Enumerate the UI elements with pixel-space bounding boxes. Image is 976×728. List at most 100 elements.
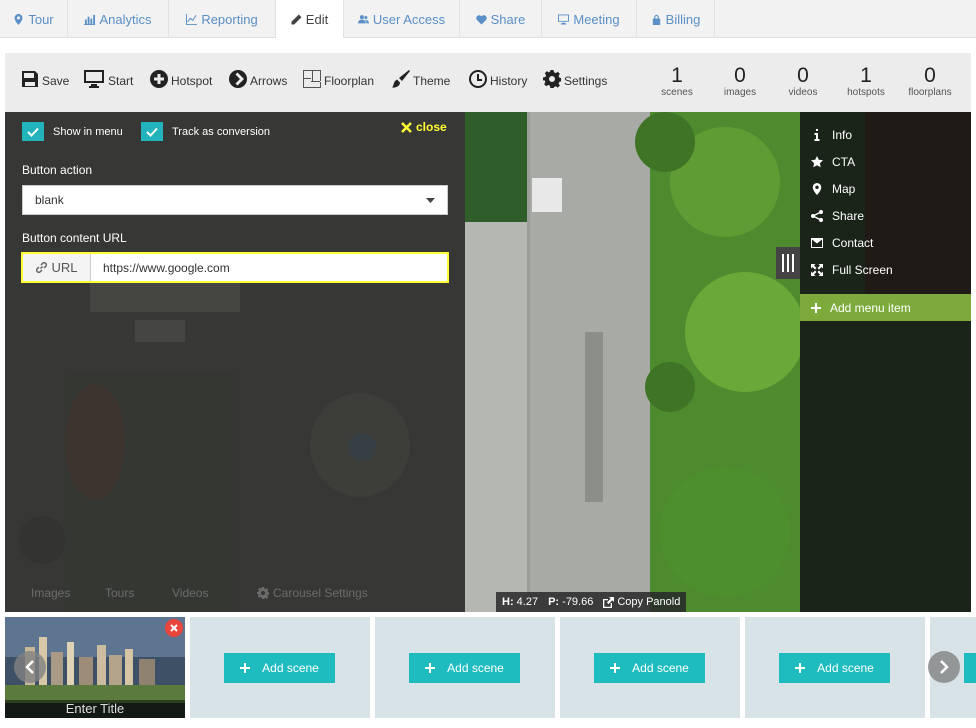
menu-item-cta[interactable]: CTA [811,155,855,169]
star-icon [811,156,823,168]
pitch-label: P: [548,596,560,608]
menu-item-share[interactable]: Share [811,209,864,223]
start-label: Start [108,74,134,88]
empty-scene-slot: Add scene [190,617,370,718]
tab-billing[interactable]: Billing [637,0,715,38]
tab-reporting[interactable]: Reporting [169,0,276,38]
floorplan-icon [303,70,321,88]
button-action-value: blank [35,193,64,207]
stat-value: 1 [860,64,872,87]
url-input-group: URL [21,252,449,283]
tab-label: Meeting [573,11,620,27]
menu-drag-handle[interactable] [776,247,800,279]
menu-item-map[interactable]: Map [811,182,855,196]
tab-user-access[interactable]: User Access [344,0,460,38]
close-icon [170,624,178,632]
add-scene-button[interactable]: Add scene [409,653,520,683]
checkmark-icon [141,122,163,141]
heart-icon [475,14,487,25]
lock-icon [652,14,660,25]
carousel-settings-label: Carousel Settings [273,586,368,600]
menu-item-label: Map [832,182,856,196]
url-input[interactable] [91,254,447,281]
close-label: close [416,120,447,134]
hotspot-button[interactable]: Hotspot [150,70,212,88]
scene-title-input[interactable]: Enter Title [5,700,185,718]
add-scene-label: Add scene [817,661,874,675]
view-coordinates-bar: H: 4.27 P: -79.66 Copy Panold [496,592,687,612]
track-conversion-label: Track as conversion [172,125,271,138]
tab-label: Edit [305,11,329,27]
plus-icon [795,663,806,673]
theme-button[interactable]: Theme [392,70,450,88]
add-scene-button[interactable] [964,653,976,683]
chevron-circle-right-icon [229,70,247,88]
start-button[interactable]: Start [83,70,133,88]
tab-label: Share [490,11,526,27]
close-button[interactable]: close [401,120,447,134]
save-label: Save [42,74,70,88]
tab-edit[interactable]: Edit [276,0,344,38]
clock-icon [469,70,487,88]
tab-label: Billing [665,11,701,27]
info-icon [814,129,820,141]
stat-hotspots: 1 hotspots [836,64,896,99]
tour-side-menu: Info CTA Map Share Contact Full Screen A… [800,112,971,612]
stat-value: 0 [797,64,809,87]
tab-tour[interactable]: Tour [0,0,68,38]
faded-carousel-settings: Carousel Settings [257,586,368,600]
map-marker-icon [14,13,23,25]
pitch-readout: P: -79.66 [548,596,593,608]
copy-panold-button[interactable]: Copy Panold [603,596,680,608]
pencil-icon [291,13,302,25]
plus-icon [425,663,436,673]
tab-meeting[interactable]: Meeting [542,0,637,38]
add-scene-button[interactable]: Add scene [224,653,335,683]
tab-label: Reporting [201,11,258,27]
stat-label: scenes [661,87,693,98]
button-action-select[interactable]: blank [22,185,448,215]
menu-item-contact[interactable]: Contact [811,236,873,250]
floorplan-button[interactable]: Floorplan [303,70,374,88]
add-scene-button[interactable]: Add scene [779,653,890,683]
link-icon [36,262,48,273]
add-scene-label: Add scene [262,661,319,675]
stat-value: 0 [734,64,746,87]
menu-item-info[interactable]: Info [811,128,852,142]
heading-value: 4.27 [516,596,539,608]
bar-chart-icon [84,14,96,25]
carousel-prev-button[interactable] [14,651,46,683]
remove-scene-button[interactable] [165,619,183,637]
paint-brush-icon [392,70,410,88]
menu-item-editor-panel: Show in menu Track as conversion close B… [5,112,465,612]
plus-circle-icon [150,70,168,88]
menu-item-full-screen[interactable]: Full Screen [811,263,893,277]
stat-label: images [723,87,757,98]
settings-label: Settings [564,74,608,88]
empty-scene-slot: Add scene [560,617,740,718]
empty-scene-slot: Add scene [745,617,925,718]
caret-down-icon [426,197,435,203]
save-button[interactable]: Save [21,70,69,88]
share-icon [811,210,823,222]
monitor-icon [84,70,104,88]
envelope-icon [811,238,823,248]
panorama-viewer[interactable]: Show in menu Track as conversion close B… [5,112,971,612]
add-scene-button[interactable]: Add scene [594,653,705,683]
add-menu-item-button[interactable]: Add menu item [800,294,971,321]
history-button[interactable]: History [469,70,527,88]
settings-button[interactable]: Settings [543,70,607,88]
track-conversion-checkbox[interactable]: Track as conversion [141,122,270,141]
arrows-label: Arrows [250,74,288,88]
heading-readout: H: 4.27 [502,596,538,608]
show-in-menu-label: Show in menu [53,125,123,138]
expand-icon [811,264,823,276]
menu-item-label: Contact [832,236,874,250]
faded-tab-videos: Videos [172,586,209,600]
tab-share[interactable]: Share [460,0,542,38]
carousel-next-button[interactable] [928,651,960,683]
plus-icon [610,663,621,673]
tab-analytics[interactable]: Analytics [68,0,169,38]
show-in-menu-checkbox[interactable]: Show in menu [22,122,123,141]
arrows-button[interactable]: Arrows [229,70,287,88]
